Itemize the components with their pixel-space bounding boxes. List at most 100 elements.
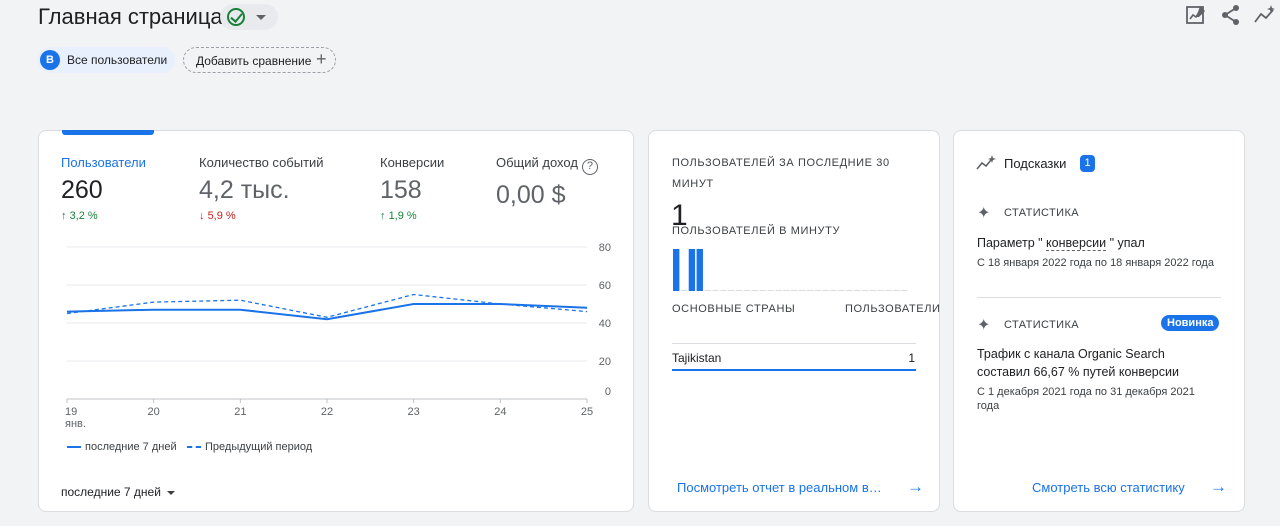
- minute-bar: [673, 249, 680, 291]
- arrow-down-icon: ↓: [199, 210, 205, 222]
- y-tick-label: 60: [599, 280, 611, 292]
- minute-bar: [893, 290, 900, 291]
- metric-label: Конверсии: [380, 155, 445, 170]
- minute-bar: [822, 290, 829, 291]
- minute-bar: [743, 290, 751, 291]
- minute-bar: [853, 290, 861, 291]
- minute-bar: [767, 290, 774, 291]
- divider: [977, 297, 1221, 298]
- segment-chip-all-users[interactable]: B Все пользователи: [37, 47, 175, 73]
- chevron-down-icon: [256, 15, 266, 20]
- date-range-select[interactable]: последние 7 дней: [61, 485, 175, 499]
- country-users-value: 1: [908, 351, 915, 365]
- realtime-bar-chart: [673, 249, 908, 291]
- minute-bar: [688, 249, 696, 291]
- metric-tab-event-count[interactable]: Количество событий 4,2 тыс. ↓ 5,9 %: [199, 155, 324, 222]
- insight-kind: СТАТИСТИКА: [1004, 319, 1079, 331]
- check-circle-icon: [227, 8, 245, 26]
- insights-title: Подсказки: [1004, 156, 1067, 171]
- y-tick-label: 80: [599, 242, 611, 254]
- country-bar: [672, 369, 916, 371]
- metric-change: ↓ 5,9 %: [199, 210, 236, 222]
- add-comparison-label: Добавить сравнение: [196, 54, 312, 68]
- metric-label: Количество событий: [199, 155, 324, 170]
- segment-avatar: B: [40, 50, 60, 70]
- x-tick-label: 25: [581, 406, 593, 418]
- plus-icon: +: [316, 49, 327, 69]
- share-icon[interactable]: [1220, 4, 1244, 26]
- x-tick-label: 24: [494, 406, 506, 418]
- customize-report-icon[interactable]: [1185, 4, 1209, 26]
- minute-bar: [838, 290, 845, 291]
- minute-bar: [759, 290, 766, 291]
- metric-value: 260: [61, 176, 103, 204]
- arrow-up-icon: ↑: [61, 210, 67, 222]
- series-line-previous: [66, 293, 588, 318]
- minute-bar: [704, 290, 711, 291]
- minute-bar: [720, 290, 727, 291]
- insight-date: С 1 декабря 2021 года по 31 декабря 2021…: [977, 386, 1195, 412]
- minute-bar: [680, 290, 688, 291]
- minute-bar: [901, 290, 908, 291]
- x-tick-label: 23: [408, 406, 420, 418]
- x-tick-label: 22: [321, 406, 333, 418]
- insight-kind: СТАТИСТИКА: [1004, 207, 1079, 219]
- realtime-card: ПОЛЬЗОВАТЕЛЕЙ ЗА ПОСЛЕДНИЕ 30 МИНУТ 1 ПО…: [648, 130, 940, 512]
- status-dropdown[interactable]: [220, 4, 278, 30]
- minute-bar: [696, 249, 703, 291]
- minute-bar: [728, 290, 735, 291]
- chevron-down-icon: [166, 490, 175, 495]
- minute-bar: [861, 290, 869, 291]
- divider: [672, 343, 916, 344]
- arrow-right-icon[interactable]: →: [907, 477, 924, 497]
- realtime-title: ПОЛЬЗОВАТЕЛЕЙ ЗА ПОСЛЕДНИЕ 30 МИНУТ: [672, 157, 890, 190]
- x-tick-label: 20: [148, 406, 160, 418]
- minute-bar: [775, 290, 782, 291]
- y-tick-label: 40: [599, 318, 611, 330]
- arrow-right-icon[interactable]: →: [1210, 477, 1227, 497]
- metric-label: Пользователи: [61, 155, 146, 170]
- users-column-header: ПОЛЬЗОВАТЕЛИ: [845, 303, 941, 315]
- minute-bar: [877, 290, 884, 291]
- active-tab-indicator: [62, 130, 154, 135]
- minute-bar: [869, 290, 877, 291]
- metric-value: 4,2 тыс.: [199, 176, 290, 204]
- metric-tab-total-revenue[interactable]: Общий доход? 0,00 $: [496, 155, 598, 210]
- page-title: Главная страница: [38, 4, 223, 29]
- minute-bar: [806, 290, 814, 291]
- users-line-chart: 80 60 40 20 0 19 20 21 22 23 24 25 янв.: [65, 242, 611, 430]
- view-all-insights-link[interactable]: Смотреть всю статистику: [1032, 480, 1185, 495]
- arrow-up-icon: ↑: [380, 210, 386, 222]
- minute-bar: [791, 290, 798, 291]
- metric-tab-users[interactable]: Пользователи 260 ↑ 3,2 %: [61, 155, 146, 222]
- top-countries-header: ОСНОВНЫЕ СТРАНЫ: [672, 303, 796, 315]
- view-realtime-link[interactable]: Посмотреть отчет в реальном в…: [677, 480, 882, 495]
- insight-headline[interactable]: Параметр " конверсии " упал: [977, 234, 1217, 252]
- minute-bar: [783, 290, 790, 291]
- segment-label: Все пользователи: [67, 53, 168, 67]
- insights-count-badge: 1: [1080, 155, 1095, 172]
- metric-change: ↑ 1,9 %: [380, 210, 417, 222]
- help-icon[interactable]: ?: [581, 159, 598, 175]
- metric-value: 158: [380, 176, 422, 204]
- metric-tab-conversions[interactable]: Конверсии 158 ↑ 1,9 %: [380, 155, 444, 222]
- sparkle-icon: ✦: [977, 317, 991, 334]
- insights-icon: [976, 155, 996, 176]
- insight-headline[interactable]: Трафик с канала Organic Search составил …: [977, 345, 1217, 381]
- legend-previous: Предыдущий период: [187, 441, 312, 453]
- new-badge: Новинка: [1161, 315, 1220, 331]
- insights-card: Подсказки 1 ✦ СТАТИСТИКА Параметр " конв…: [953, 130, 1245, 512]
- y-tick-label: 0: [605, 386, 611, 398]
- insight-date: С 18 января 2022 года по 18 января 2022 …: [977, 257, 1214, 269]
- metric-change: ↑ 3,2 %: [61, 210, 98, 222]
- minute-bar: [751, 290, 759, 291]
- minute-bar: [885, 290, 892, 291]
- x-tick-label: 21: [234, 406, 246, 418]
- metric-value: 0,00 $: [496, 181, 566, 209]
- minute-bar: [814, 290, 821, 291]
- minute-bar: [846, 290, 853, 291]
- legend-current: последние 7 дней: [67, 441, 177, 453]
- insights-icon[interactable]: [1253, 4, 1277, 26]
- add-comparison-button[interactable]: Добавить сравнение +: [183, 47, 336, 73]
- x-axis-month-label: янв.: [65, 418, 86, 430]
